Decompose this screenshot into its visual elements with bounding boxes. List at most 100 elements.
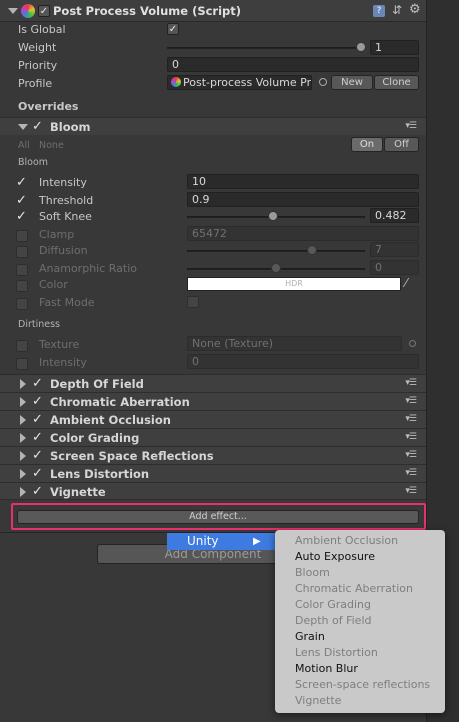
anamorphic-slider-thumb[interactable] bbox=[271, 263, 281, 273]
texture-field[interactable]: None (Texture) bbox=[187, 336, 402, 351]
effect-menu-icon[interactable]: ▾☰ bbox=[405, 432, 417, 442]
effect-section-ambient-occlusion[interactable]: ✓ Ambient Occlusion ▾☰ bbox=[0, 410, 426, 428]
effect-title: Screen Space Reflections bbox=[50, 449, 214, 463]
menu-item-grain[interactable]: Grain bbox=[275, 629, 445, 645]
off-toggle-button[interactable]: Off bbox=[384, 137, 419, 152]
foldout-arrow-icon[interactable] bbox=[20, 397, 26, 407]
diffusion-field[interactable]: 7 bbox=[370, 242, 419, 257]
fast-mode-label: Fast Mode bbox=[39, 296, 95, 309]
menu-category-unity[interactable]: Unity ▶ bbox=[167, 533, 275, 550]
component-header[interactable]: ✓ Post Process Volume (Script) ? ⇵ ⚙ bbox=[0, 0, 426, 22]
diffusion-slider-thumb[interactable] bbox=[306, 245, 317, 255]
effect-section-depth-of-field[interactable]: ✓ Depth Of Field ▾☰ bbox=[0, 374, 426, 392]
color-label: Color bbox=[39, 278, 68, 291]
effect-title: Chromatic Aberration bbox=[50, 395, 190, 409]
effect-title: Ambient Occlusion bbox=[50, 413, 171, 427]
effect-enabled-check-icon[interactable]: ✓ bbox=[32, 377, 43, 390]
effect-menu-icon[interactable]: ▾☰ bbox=[405, 414, 417, 424]
threshold-field[interactable]: 0.9 bbox=[187, 192, 419, 207]
effect-section-vignette[interactable]: ✓ Vignette ▾☰ bbox=[0, 482, 426, 500]
effect-title: Vignette bbox=[50, 485, 106, 499]
effect-menu-icon[interactable]: ▾☰ bbox=[405, 378, 417, 388]
clamp-override-checkbox[interactable] bbox=[16, 230, 28, 242]
anamorphic-override-checkbox[interactable] bbox=[16, 264, 28, 276]
foldout-arrow-icon[interactable] bbox=[20, 469, 26, 479]
foldout-arrow-icon[interactable] bbox=[20, 415, 26, 425]
bloom-group-label: Bloom bbox=[18, 157, 49, 168]
effect-section-screen-space-reflections[interactable]: ✓ Screen Space Reflections ▾☰ bbox=[0, 446, 426, 464]
effect-enabled-check-icon[interactable]: ✓ bbox=[32, 449, 43, 462]
soft-knee-field[interactable]: 0.482 bbox=[370, 208, 419, 223]
effect-enabled-check-icon[interactable]: ✓ bbox=[32, 467, 43, 480]
effect-title: Color Grading bbox=[50, 431, 140, 445]
diffusion-slider-track[interactable] bbox=[187, 250, 365, 252]
effect-menu-icon[interactable]: ▾☰ bbox=[405, 450, 417, 460]
post-process-script-icon bbox=[21, 4, 35, 18]
effects-submenu: Ambient Occlusion Auto Exposure Bloom Ch… bbox=[275, 530, 445, 713]
texture-override-checkbox[interactable] bbox=[16, 340, 28, 352]
weight-slider-thumb[interactable] bbox=[356, 42, 366, 52]
fast-mode-checkbox[interactable] bbox=[187, 296, 199, 308]
bloom-foldout-arrow-icon[interactable] bbox=[18, 124, 28, 130]
priority-field[interactable]: 0 bbox=[167, 57, 419, 72]
soft-knee-override-check-icon[interactable]: ✓ bbox=[16, 210, 27, 223]
eyedropper-icon[interactable]: ⁄ bbox=[405, 276, 407, 290]
new-profile-button[interactable]: New bbox=[331, 75, 373, 90]
color-override-checkbox[interactable] bbox=[16, 280, 28, 292]
foldout-arrow-icon[interactable] bbox=[20, 433, 26, 443]
texture-picker-icon[interactable] bbox=[409, 340, 416, 347]
menu-category-label: Unity bbox=[187, 534, 219, 548]
anamorphic-field[interactable]: 0 bbox=[370, 260, 419, 275]
priority-label: Priority bbox=[18, 59, 58, 72]
highlight-annotation bbox=[11, 503, 426, 530]
effect-section-lens-distortion[interactable]: ✓ Lens Distortion ▾☰ bbox=[0, 464, 426, 482]
effect-menu-icon[interactable]: ▾☰ bbox=[405, 486, 417, 496]
effect-enabled-check-icon[interactable]: ✓ bbox=[32, 485, 43, 498]
color-swatch[interactable]: HDR bbox=[187, 277, 401, 291]
bloom-menu-icon[interactable]: ▾☰ bbox=[405, 121, 417, 131]
threshold-override-check-icon[interactable]: ✓ bbox=[16, 194, 27, 207]
bloom-title: Bloom bbox=[50, 120, 91, 134]
effect-section-color-grading[interactable]: ✓ Color Grading ▾☰ bbox=[0, 428, 426, 446]
fast-mode-override-checkbox[interactable] bbox=[16, 298, 28, 310]
profile-field[interactable]: Post-process Volume Pr bbox=[167, 75, 312, 90]
select-all-link[interactable]: All bbox=[18, 140, 30, 151]
component-enabled-checkbox[interactable]: ✓ bbox=[38, 5, 50, 17]
is-global-checkbox[interactable]: ✓ bbox=[167, 23, 179, 35]
help-icon[interactable]: ? bbox=[373, 5, 385, 17]
dirt-intensity-override-checkbox[interactable] bbox=[16, 358, 28, 370]
preset-icon[interactable]: ⇵ bbox=[392, 3, 402, 17]
clone-profile-button[interactable]: Clone bbox=[374, 75, 419, 90]
weight-slider-track[interactable] bbox=[167, 47, 365, 49]
dirt-intensity-field[interactable]: 0 bbox=[187, 354, 419, 369]
intensity-field[interactable]: 10 bbox=[187, 174, 419, 189]
menu-item-motion-blur[interactable]: Motion Blur bbox=[275, 661, 445, 677]
diffusion-override-checkbox[interactable] bbox=[16, 246, 28, 258]
effect-section-chromatic-aberration[interactable]: ✓ Chromatic Aberration ▾☰ bbox=[0, 392, 426, 410]
foldout-arrow-icon[interactable] bbox=[20, 379, 26, 389]
foldout-arrow-icon[interactable] bbox=[8, 8, 18, 14]
clamp-label: Clamp bbox=[39, 228, 75, 241]
foldout-arrow-icon[interactable] bbox=[20, 487, 26, 497]
effect-enabled-check-icon[interactable]: ✓ bbox=[32, 431, 43, 444]
weight-field[interactable]: 1 bbox=[370, 40, 419, 55]
foldout-arrow-icon[interactable] bbox=[20, 451, 26, 461]
menu-item-color-grading: Color Grading bbox=[295, 598, 371, 611]
intensity-override-check-icon[interactable]: ✓ bbox=[16, 176, 27, 189]
effect-enabled-check-icon[interactable]: ✓ bbox=[32, 395, 43, 408]
select-none-link[interactable]: None bbox=[39, 140, 64, 151]
bloom-enabled-check-icon[interactable]: ✓ bbox=[32, 120, 43, 133]
bloom-section-header[interactable]: ✓ Bloom ▾☰ bbox=[0, 117, 426, 135]
menu-item-auto-exposure[interactable]: Auto Exposure bbox=[275, 549, 445, 565]
clamp-field[interactable]: 65472 bbox=[187, 226, 419, 241]
profile-value: Post-process Volume Pr bbox=[183, 76, 312, 89]
profile-label: Profile bbox=[18, 77, 53, 90]
soft-knee-slider-thumb[interactable] bbox=[267, 211, 278, 221]
on-toggle-button[interactable]: On bbox=[351, 137, 383, 152]
effect-menu-icon[interactable]: ▾☰ bbox=[405, 468, 417, 478]
effect-menu-icon[interactable]: ▾☰ bbox=[405, 396, 417, 406]
effect-enabled-check-icon[interactable]: ✓ bbox=[32, 413, 43, 426]
object-picker-icon[interactable] bbox=[319, 78, 327, 86]
menu-item-screen-space-reflections: Screen-space reflections bbox=[295, 678, 431, 691]
gear-icon[interactable]: ⚙ bbox=[409, 2, 421, 17]
